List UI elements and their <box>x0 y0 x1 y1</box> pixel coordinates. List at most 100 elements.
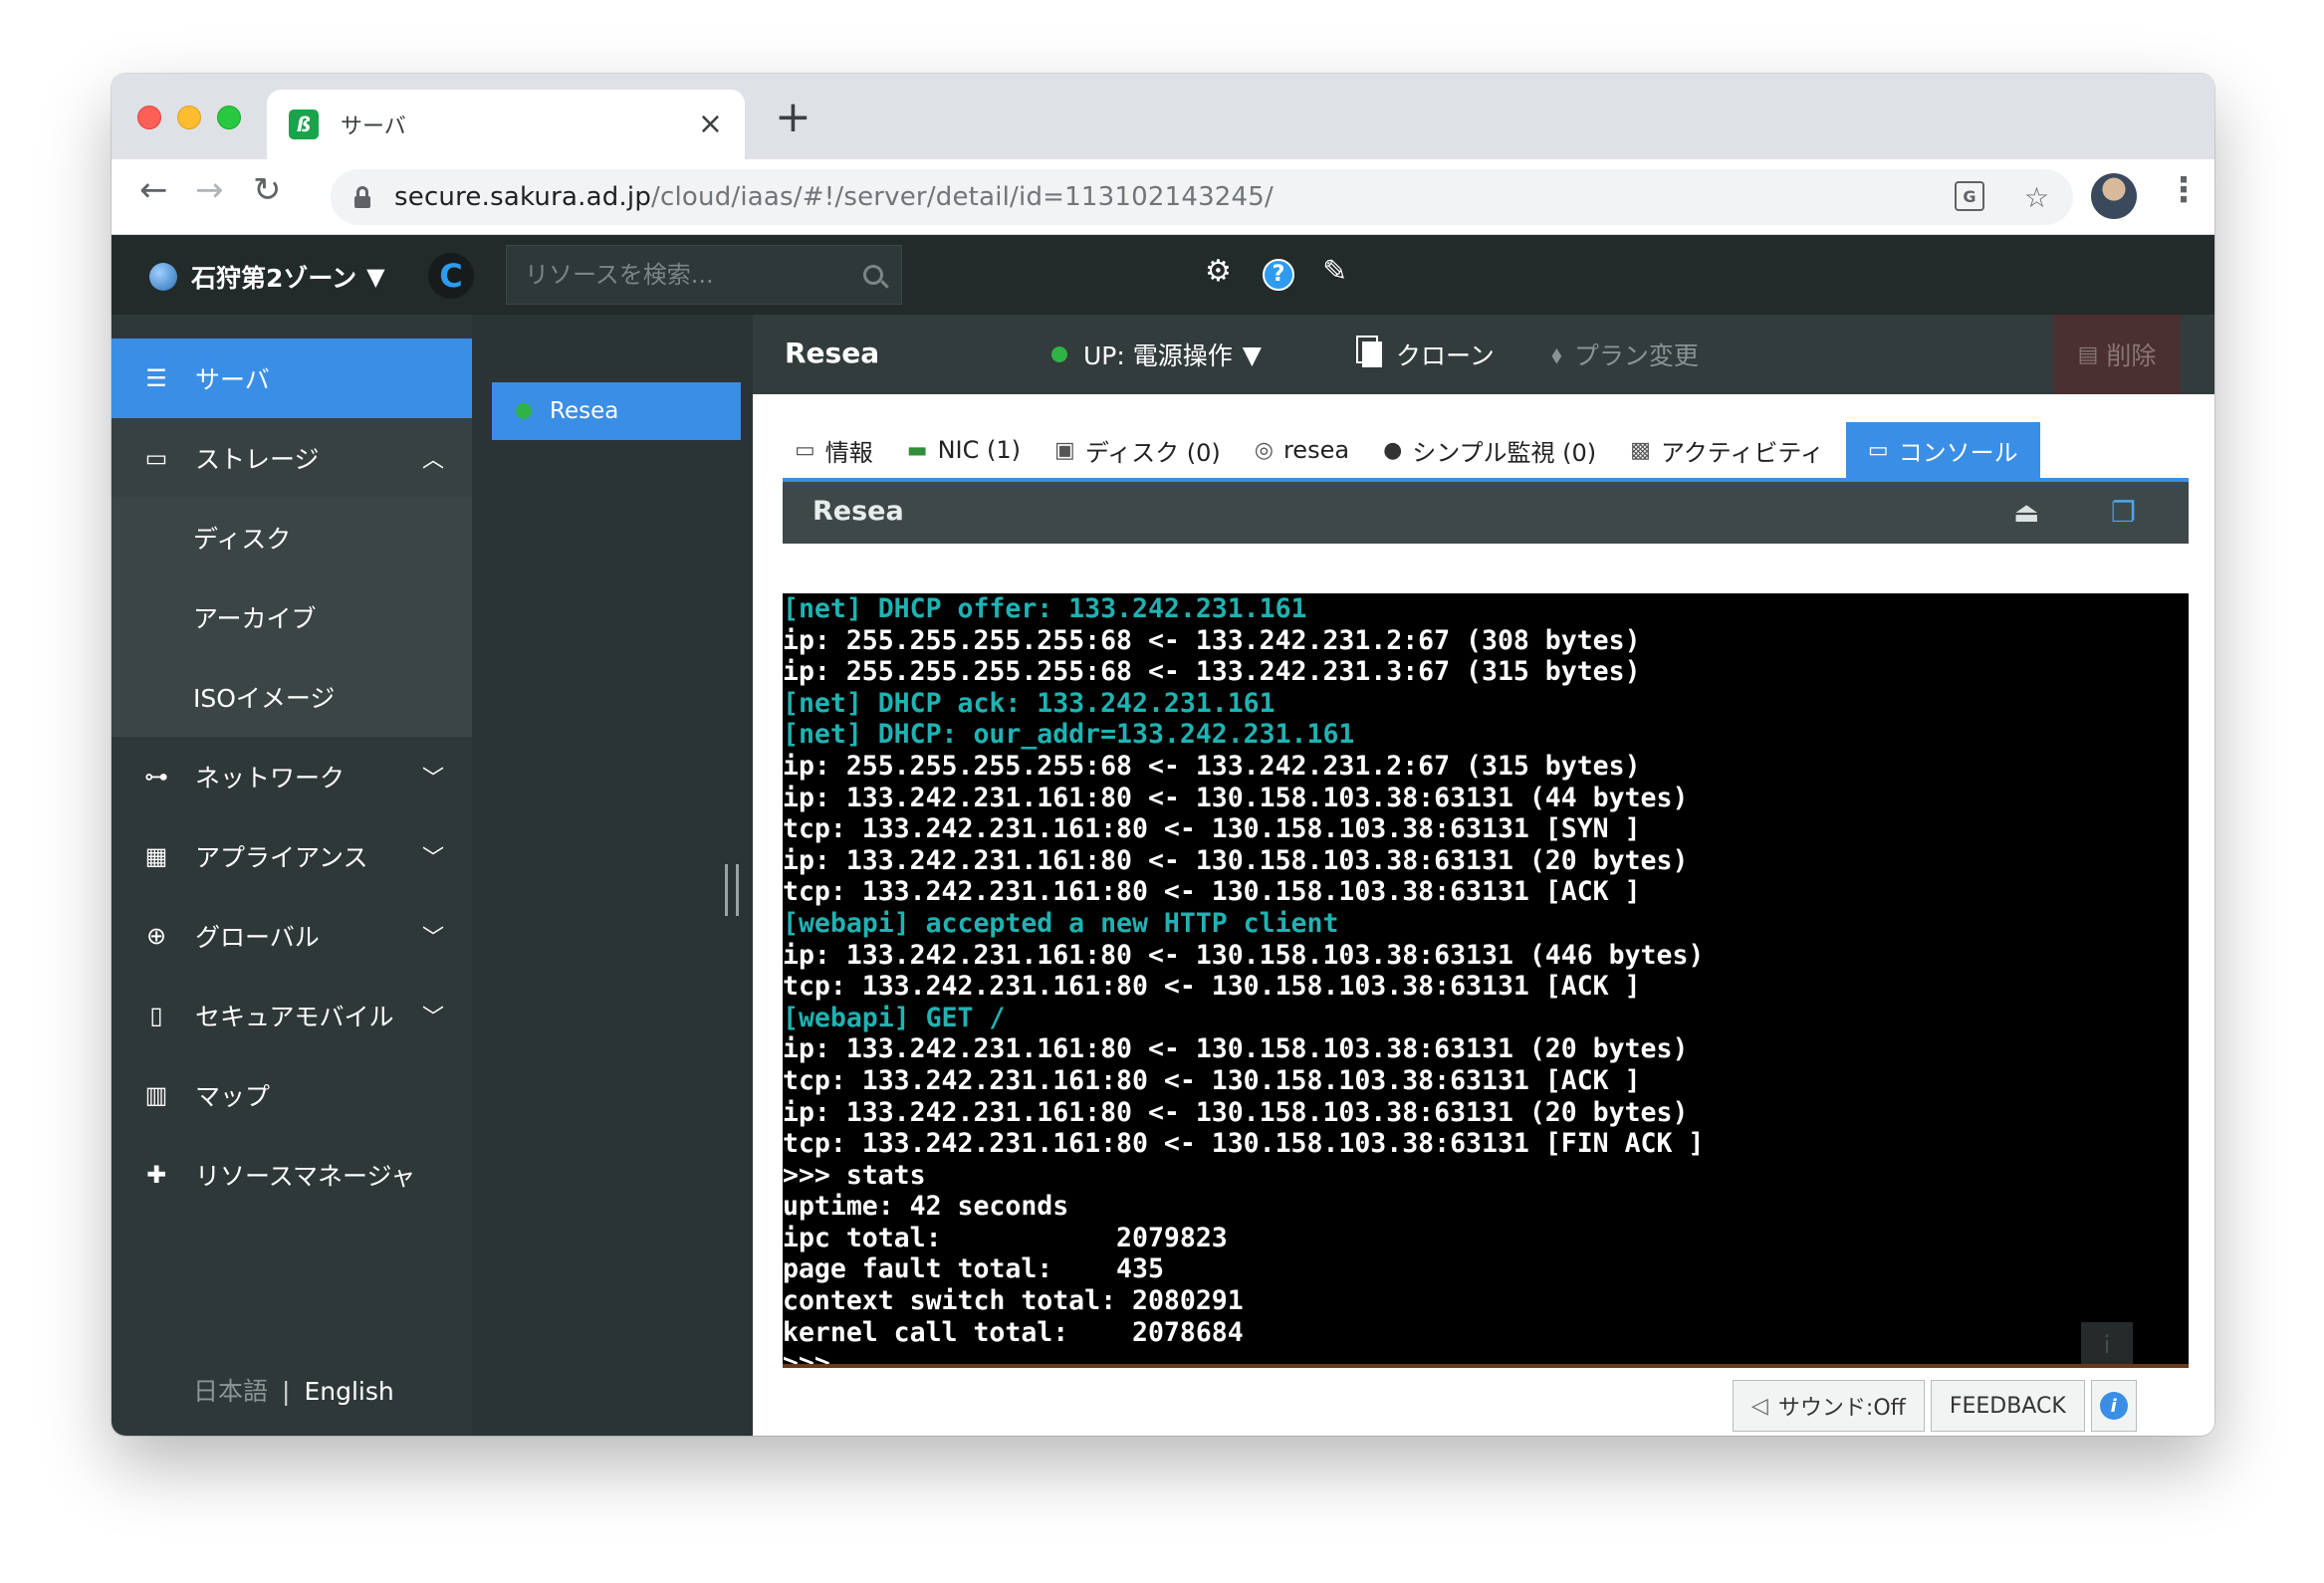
feedback-label: FEEDBACK <box>1949 1393 2066 1419</box>
address-bar[interactable]: secure.sakura.ad.jp/cloud/iaas/#!/server… <box>331 169 2073 225</box>
terminal-line: tcp: 133.242.231.161:80 <- 130.158.103.3… <box>783 1064 1641 1096</box>
server-list: Resea <box>472 315 753 1436</box>
minimize-window-button[interactable] <box>177 106 201 129</box>
appliance-icon: ▦ <box>144 842 168 870</box>
clone-icon <box>1362 341 1382 367</box>
sidebar-item-network[interactable]: ⊶ ネットワーク ﹀ <box>112 737 472 816</box>
info-button[interactable]: i <box>2090 1380 2137 1432</box>
list-item[interactable]: Resea <box>492 382 741 440</box>
refresh-button[interactable]: C <box>428 253 474 299</box>
tab-simple-monitor[interactable]: ● シンプル監視 (0) <box>1371 422 1608 478</box>
sidebar-item-label: アーカイブ <box>193 604 317 633</box>
new-window-icon[interactable]: ❐ <box>2111 496 2136 529</box>
search-input[interactable] <box>525 261 863 289</box>
translate-icon[interactable]: G <box>1954 181 1984 211</box>
cd-icon: ◎ <box>1254 437 1274 463</box>
sidebar-item-global[interactable]: ⊕ グローバル ﹀ <box>112 896 472 976</box>
new-tab-icon[interactable]: + <box>775 96 812 139</box>
delete-label: 削除 <box>2106 341 2157 370</box>
console-terminal[interactable]: [net] DHCP offer: 133.242.231.161 ip: 255… <box>783 593 2189 1368</box>
lang-english-link[interactable]: English <box>304 1377 393 1406</box>
sound-toggle-button[interactable]: ◁ サウンド:Off <box>1733 1380 1925 1432</box>
browser-window: ß サーバ × + ← → ↻ secure.sakura.ad.jp/clou… <box>112 74 2214 1436</box>
gear-icon[interactable]: ⚙ <box>1205 257 1232 287</box>
speaker-muted-icon: ◁ <box>1751 1393 1768 1419</box>
console-monitor-icon: ▭ <box>1867 437 1889 463</box>
feather-icon[interactable]: ✎ <box>1322 257 1347 287</box>
terminal-output: [net] DHCP offer: 133.242.231.161 ip: 255… <box>783 593 2189 1364</box>
browser-tab[interactable]: ß サーバ × <box>267 90 745 159</box>
tab-nic[interactable]: ▬ NIC (1) <box>895 422 1033 478</box>
tab-iso[interactable]: ◎ resea <box>1243 422 1361 478</box>
url-text: secure.sakura.ad.jp/cloud/iaas/#!/server… <box>394 182 1274 212</box>
sidebar-item-label: セキュアモバイル <box>195 1003 394 1031</box>
lang-japanese-link[interactable]: 日本語 <box>193 1377 268 1406</box>
terminal-line: context switch total: 2080291 <box>783 1285 1244 1317</box>
profile-avatar[interactable] <box>2091 173 2137 219</box>
tab-activity[interactable]: ▩ アクティビティ <box>1618 422 1836 478</box>
zoom-window-button[interactable] <box>217 106 241 129</box>
terminal-line: tcp: 133.242.231.161:80 <- 130.158.103.3… <box>783 813 1641 845</box>
forward-arrow-icon[interactable]: → <box>195 173 224 207</box>
close-tab-icon[interactable]: × <box>698 110 723 139</box>
sidebar: ☰ サーバ ▭ ストレージ ︿ ディスク アーカイブ ISOイメージ ⊶ ネット… <box>112 315 472 1436</box>
sidebar-item-label: ディスク <box>193 525 292 554</box>
sound-label: サウンド:Off <box>1777 1396 1906 1421</box>
back-arrow-icon[interactable]: ← <box>139 173 168 207</box>
terminal-info-icon[interactable]: i <box>2081 1322 2133 1364</box>
sakura-logo-icon: ß <box>289 110 319 139</box>
sidebar-item-label: マップ <box>195 1082 271 1111</box>
sidebar-item-secure-mobile[interactable]: ▯ セキュアモバイル ﹀ <box>112 976 472 1055</box>
detail-body: ▭ 情報 ▬ NIC (1) ▣ ディスク (0) ◎ resea ● シンプル… <box>753 394 2214 1436</box>
terminal-line: ip: 133.242.231.161:80 <- 130.158.103.38… <box>783 1033 1689 1065</box>
server-icon: ☰ <box>145 364 167 392</box>
sidebar-item-appliance[interactable]: ▦ アプライアンス ﹀ <box>112 816 472 896</box>
info-card-icon: ▭ <box>795 437 815 463</box>
terminal-line: ip: 133.242.231.161:80 <- 130.158.103.38… <box>783 939 1705 971</box>
terminal-line: [webapi] accepted a new HTTP client <box>783 907 1339 939</box>
sidebar-item-archive[interactable]: アーカイブ <box>112 577 472 657</box>
tab-console[interactable]: ▭ コンソール <box>1845 422 2040 478</box>
star-icon[interactable]: ☆ <box>2024 181 2049 214</box>
tab-label: 情報 <box>824 438 873 467</box>
activity-icon: ▩ <box>1630 437 1651 463</box>
delete-button[interactable]: ▤ 削除 <box>2053 315 2181 394</box>
sidebar-item-label: リソースマネージャ <box>195 1162 416 1191</box>
chevron-down-icon: ﹀ <box>421 1006 444 1030</box>
terminal-line: ip: 255.255.255.255:68 <- 133.242.231.2:… <box>783 624 1641 656</box>
sidebar-item-map[interactable]: ▥ マップ <box>112 1055 472 1135</box>
info-icon: i <box>2099 1392 2128 1420</box>
close-window-button[interactable] <box>137 106 161 129</box>
detail-header: Resea UP: 電源操作 ▼ クローン ⬧ プラン変更 ▤ 削除 <box>753 315 2214 394</box>
trash-icon: ▤ <box>2077 341 2099 367</box>
tab-label: resea <box>1282 436 1350 464</box>
network-icon: ⊶ <box>144 763 168 791</box>
sidebar-item-iso-image[interactable]: ISOイメージ <box>112 657 472 737</box>
menu-kebab-icon[interactable]: ⋮ <box>2167 173 2201 207</box>
search-icon[interactable] <box>863 265 883 285</box>
caret-down-icon: ▼ <box>366 263 385 291</box>
power-control-button[interactable]: UP: 電源操作 ▼ <box>1051 337 1262 372</box>
resize-handle[interactable] <box>725 864 739 916</box>
sidebar-item-label: グローバル <box>195 923 320 952</box>
sidebar-item-resource-manager[interactable]: ✚ リソースマネージャ <box>112 1135 472 1215</box>
change-plan-button[interactable]: ⬧ プラン変更 <box>1551 337 1699 372</box>
page-title: Resea <box>785 337 880 369</box>
lang-separator: | <box>282 1377 291 1406</box>
reload-icon[interactable]: ↻ <box>253 173 282 207</box>
feedback-button[interactable]: FEEDBACK <box>1930 1380 2085 1432</box>
app-header: 石狩第2ゾーン ▼ C ⚙ ? ✎ <box>112 235 2214 315</box>
joystick-icon[interactable]: ⏏ <box>2013 496 2039 529</box>
tab-label: アクティビティ <box>1660 438 1824 467</box>
clone-button[interactable]: クローン <box>1362 337 1495 372</box>
terminal-line: [net] DHCP ack: 133.242.231.161 <box>783 687 1276 719</box>
terminal-line: ip: 133.242.231.161:80 <- 130.158.103.38… <box>783 1096 1689 1128</box>
zone-selector[interactable]: 石狩第2ゾーン ▼ <box>149 259 385 295</box>
help-button[interactable]: ? <box>1263 259 1294 291</box>
tab-info[interactable]: ▭ 情報 <box>783 422 885 478</box>
tab-disk[interactable]: ▣ ディスク (0) <box>1043 422 1233 478</box>
sidebar-item-disk[interactable]: ディスク <box>112 498 472 577</box>
sidebar-item-storage[interactable]: ▭ ストレージ ︿ <box>112 418 472 498</box>
sidebar-item-server[interactable]: ☰ サーバ <box>112 339 472 418</box>
terminal-line: [webapi] GET / <box>783 1002 1006 1033</box>
